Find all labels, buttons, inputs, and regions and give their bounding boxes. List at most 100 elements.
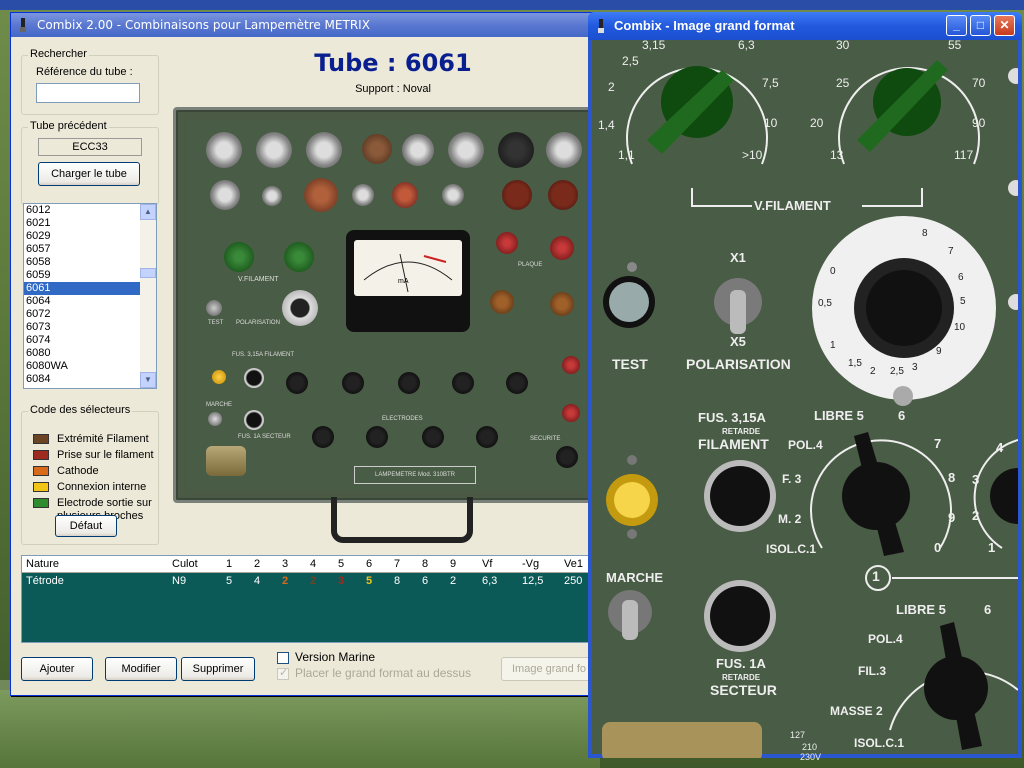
power-connector — [206, 446, 246, 476]
electrode-selector — [506, 372, 528, 394]
meter-needle — [363, 253, 453, 293]
tube-socket — [206, 132, 242, 168]
tube-list-item[interactable]: 6064 — [24, 295, 156, 308]
add-button[interactable]: Ajouter — [21, 657, 93, 681]
fus-filament-label: FUS. 3,15A — [698, 410, 766, 425]
selector1-m2: M. 2 — [778, 512, 802, 526]
selector1-9: 9 — [948, 510, 956, 525]
table-header-cell[interactable]: 9 — [450, 556, 456, 572]
tube-reference-input[interactable] — [36, 83, 140, 103]
scale-tick: 7 — [948, 246, 954, 257]
table-cell[interactable]: 5 — [226, 573, 232, 589]
big-window-titlebar[interactable]: Combix - Image grand format _ □ ✕ — [588, 12, 1022, 40]
table-cell[interactable]: 3 — [338, 573, 344, 589]
table-cell[interactable]: 2 — [282, 573, 288, 589]
big-on-top-checkbox[interactable]: ✓ — [277, 667, 289, 680]
tube-list-item[interactable]: 6058 — [24, 256, 156, 269]
delete-button[interactable]: Supprimer — [181, 657, 255, 681]
main-window-titlebar[interactable]: Combix 2.00 - Combinaisons pour Lampemèt… — [11, 13, 601, 37]
table-cell[interactable]: N9 — [172, 573, 186, 589]
tube-socket — [498, 132, 534, 168]
table-cell[interactable]: 5 — [366, 573, 372, 589]
table-cell[interactable]: 6 — [422, 573, 428, 589]
dial-tick: 6,3 — [738, 38, 755, 52]
fus-secteur-label: FUS. 1A — [716, 656, 766, 671]
selector1-isol: ISOL.C.1 — [766, 542, 817, 556]
combination-table[interactable]: Nature Culot 1 2 3 4 5 6 7 8 9 Vf -Vg Ve1 Tétrode N9 5 4… — [21, 555, 595, 643]
tube-list[interactable]: 6012 6021 6029 6057 6058 6059 6061 6064 6072 6073… — [23, 203, 157, 389]
scroll-up-arrow-icon[interactable]: ▲ — [140, 204, 156, 220]
meter-unit: mA — [398, 278, 409, 285]
tube-list-item[interactable]: 6059 — [24, 269, 156, 282]
table-cell[interactable]: 6,3 — [482, 573, 497, 589]
tube-list-item[interactable]: 6080 — [24, 347, 156, 360]
tube-list-item[interactable]: 6084 — [24, 373, 156, 386]
scale-tick: 9 — [936, 346, 942, 357]
table-header-cell[interactable]: Nature — [26, 556, 59, 572]
image-large-button[interactable]: Image grand fo — [501, 657, 597, 681]
dial-tick: 3,15 — [642, 38, 666, 52]
marche-label-small: MARCHE — [206, 402, 233, 408]
legend-swatch — [33, 498, 49, 508]
close-icon[interactable]: ✕ — [994, 15, 1015, 36]
tube-list-item[interactable]: 6012 — [24, 204, 156, 217]
fus-filament-retarde: RETARDE — [722, 427, 761, 436]
load-tube-button[interactable]: Charger le tube — [38, 162, 140, 186]
tube-list-scrollbar[interactable]: ▲ ▼ — [140, 204, 156, 388]
table-header-cell[interactable]: 7 — [394, 556, 400, 572]
big-on-top-label: Placer le grand format au dessus — [295, 666, 472, 680]
selector2-isol: ISOL.C.1 — [854, 736, 905, 750]
table-header-cell[interactable]: Culot — [172, 556, 198, 572]
tube-socket — [306, 132, 342, 168]
table-header-cell[interactable]: 3 — [282, 556, 288, 572]
selector-code-label: Code des sélecteurs — [28, 404, 133, 416]
tube-list-item[interactable]: 6061 — [24, 282, 156, 295]
scroll-down-arrow-icon[interactable]: ▼ — [140, 372, 156, 388]
main-window: Combix 2.00 - Combinaisons pour Lampemèt… — [10, 12, 602, 696]
table-header-cell[interactable]: -Vg — [522, 556, 539, 572]
default-button[interactable]: Défaut — [55, 515, 117, 537]
electrodes-label-small: ELECTRODES — [382, 416, 423, 422]
tube-socket — [392, 182, 418, 208]
selector1-f3: F. 3 — [782, 472, 802, 486]
tube-list-item[interactable]: 6021 — [24, 217, 156, 230]
table-cell[interactable]: 12,5 — [522, 573, 543, 589]
table-cell[interactable]: Tétrode — [26, 573, 64, 589]
table-header-cell[interactable]: 6 — [366, 556, 372, 572]
table-cell[interactable]: 2 — [450, 573, 456, 589]
table-header-cell[interactable]: 5 — [338, 556, 344, 572]
selector2-fil3: FIL.3 — [858, 664, 887, 678]
tube-list-item[interactable]: 6057 — [24, 243, 156, 256]
meter-face: mA — [354, 240, 462, 296]
legend-swatch — [33, 466, 49, 476]
scroll-thumb[interactable] — [140, 268, 156, 278]
tube-list-item[interactable]: 6073 — [24, 321, 156, 334]
table-cell[interactable]: 250 — [564, 573, 582, 589]
table-header-cell[interactable]: 1 — [226, 556, 232, 572]
tube-socket — [546, 132, 582, 168]
version-marine-label: Version Marine — [295, 650, 376, 664]
tube-title: Tube : 6061 — [314, 49, 472, 77]
maximize-icon[interactable]: □ — [970, 15, 991, 36]
v-filament-label: V.FILAMENT — [238, 276, 279, 283]
table-header-cell[interactable]: 2 — [254, 556, 260, 572]
table-header-cell[interactable]: Ve1 — [564, 556, 583, 572]
polarisation-label: POLARISATION — [686, 356, 791, 372]
tube-list-item[interactable]: 6029 — [24, 230, 156, 243]
desktop-wallpaper — [0, 690, 600, 768]
tube-list-item[interactable]: 6080WA — [24, 360, 156, 373]
table-header-cell[interactable]: 8 — [422, 556, 428, 572]
table-cell[interactable]: 2 — [310, 573, 316, 589]
selector1-libre5: LIBRE 5 — [814, 408, 864, 423]
table-cell[interactable]: 4 — [254, 573, 260, 589]
table-header-cell[interactable]: 4 — [310, 556, 316, 572]
scale-tick: 8 — [922, 228, 928, 239]
tube-list-item[interactable]: 6072 — [24, 308, 156, 321]
table-row[interactable]: Tétrode N9 5 4 2 2 3 5 8 6 2 6,3 12,5 250 — [22, 573, 594, 589]
table-header-cell[interactable]: Vf — [482, 556, 492, 572]
version-marine-checkbox[interactable] — [277, 652, 289, 664]
tube-list-item[interactable]: 6074 — [24, 334, 156, 347]
minimize-icon[interactable]: _ — [946, 15, 967, 36]
table-cell[interactable]: 8 — [394, 573, 400, 589]
modify-button[interactable]: Modifier — [105, 657, 177, 681]
